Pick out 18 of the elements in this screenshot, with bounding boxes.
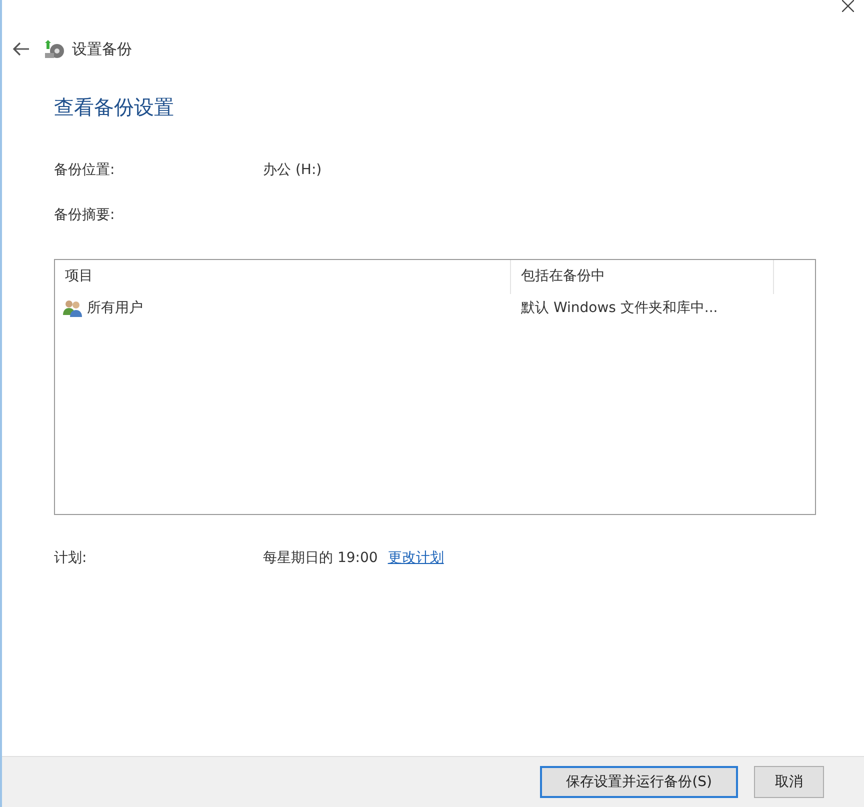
change-schedule-link[interactable]: 更改计划 xyxy=(388,549,444,567)
field-value: 办公 (H:) xyxy=(263,161,322,179)
table-cell: 所有用户 xyxy=(87,299,143,317)
save-and-run-button[interactable]: 保存设置并运行备份(S) xyxy=(540,766,738,798)
users-icon xyxy=(63,299,83,317)
field-label: 计划: xyxy=(54,549,88,567)
close-icon[interactable] xyxy=(842,0,854,12)
field-value: 每星期日的 19:00 xyxy=(263,549,378,567)
column-header[interactable]: 项目 xyxy=(55,260,511,294)
column-header[interactable]: 包括在备份中 xyxy=(511,260,774,294)
field-label: 备份位置: xyxy=(54,161,116,179)
field-label: 备份摘要: xyxy=(54,206,116,224)
window-title: 设置备份 xyxy=(72,40,132,58)
backup-icon xyxy=(44,39,66,59)
table-cell-text: 默认 Windows 文件夹和库中... xyxy=(520,299,719,317)
back-arrow-icon[interactable] xyxy=(12,42,30,56)
page-heading: 查看备份设置 xyxy=(54,94,175,121)
cancel-button[interactable]: 取消 xyxy=(754,766,824,798)
